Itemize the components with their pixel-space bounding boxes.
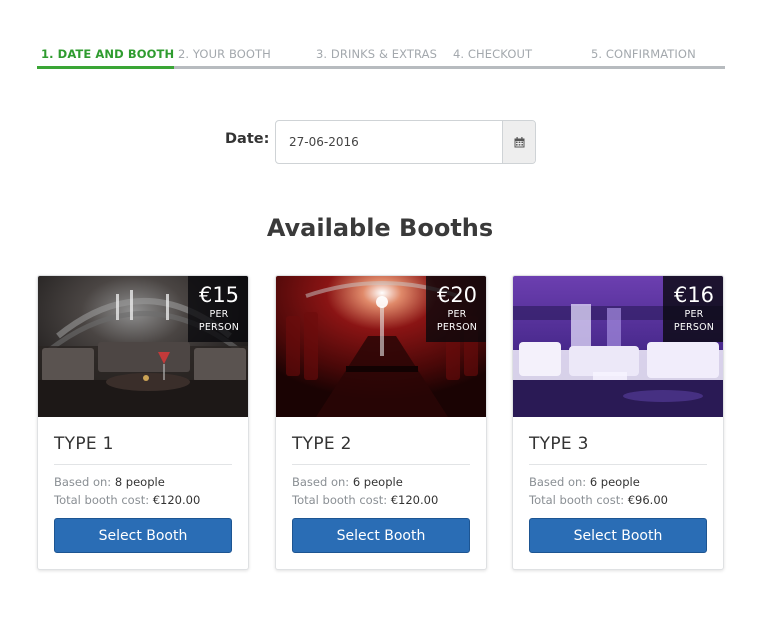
total-cost-value: €96.00	[627, 493, 668, 507]
select-booth-button[interactable]: Select Booth	[292, 518, 470, 553]
price-value: €16	[673, 283, 715, 307]
based-on-label: Based on:	[292, 475, 350, 489]
date-label: Date:	[225, 131, 270, 147]
available-booths-heading: Available Booths	[266, 214, 494, 242]
booth-title: TYPE 1	[54, 434, 114, 454]
price-value: €15	[198, 283, 240, 307]
price-per: PER	[447, 309, 467, 320]
select-booth-button[interactable]: Select Booth	[529, 518, 707, 553]
based-on-info: Based on: 6 people	[529, 475, 640, 489]
booth-title: TYPE 3	[529, 434, 589, 454]
price-per: PER	[684, 309, 704, 320]
select-booth-button[interactable]: Select Booth	[54, 518, 232, 553]
calendar-button[interactable]	[502, 121, 535, 163]
total-cost-info: Total booth cost: €96.00	[529, 493, 668, 507]
total-cost-info: Total booth cost: €120.00	[292, 493, 438, 507]
checkout-steps: 1. DATE AND BOOTH 2. YOUR BOOTH 3. DRINK…	[37, 47, 725, 71]
price-badge: €20 PER PERSON	[426, 276, 486, 342]
based-on-label: Based on:	[54, 475, 112, 489]
card-divider	[54, 464, 232, 465]
booth-photo: €15 PER PERSON	[38, 276, 248, 417]
total-cost-value: €120.00	[152, 493, 201, 507]
based-on-label: Based on:	[529, 475, 587, 489]
booth-photo: €20 PER PERSON	[276, 276, 486, 417]
price-value: €20	[436, 283, 478, 307]
booth-card-type-2: €20 PER PERSON TYPE 2 Based on: 6 people…	[275, 275, 487, 570]
card-divider	[292, 464, 470, 465]
based-on-value: 8 people	[114, 475, 165, 489]
date-picker	[275, 120, 536, 164]
step-drinks-extras[interactable]: 3. DRINKS & EXTRAS	[316, 47, 437, 61]
step-progress-active	[37, 66, 174, 69]
total-cost-label: Total booth cost:	[54, 493, 150, 507]
total-cost-info: Total booth cost: €120.00	[54, 493, 200, 507]
price-person: PERSON	[198, 322, 240, 333]
total-cost-label: Total booth cost:	[529, 493, 625, 507]
based-on-info: Based on: 6 people	[292, 475, 403, 489]
based-on-value: 6 people	[589, 475, 640, 489]
booth-card-type-1: €15 PER PERSON TYPE 1 Based on: 8 people…	[37, 275, 249, 570]
step-date-and-booth[interactable]: 1. DATE AND BOOTH	[41, 47, 174, 61]
based-on-info: Based on: 8 people	[54, 475, 165, 489]
based-on-value: 6 people	[352, 475, 403, 489]
total-cost-label: Total booth cost:	[292, 493, 388, 507]
total-cost-value: €120.00	[390, 493, 439, 507]
step-checkout[interactable]: 4. CHECKOUT	[453, 47, 532, 61]
step-confirmation[interactable]: 5. CONFIRMATION	[591, 47, 696, 61]
price-person: PERSON	[436, 322, 478, 333]
card-divider	[529, 464, 707, 465]
price-person: PERSON	[673, 322, 715, 333]
step-your-booth[interactable]: 2. YOUR BOOTH	[178, 47, 271, 61]
date-input[interactable]	[276, 121, 502, 163]
booth-card-type-3: €16 PER PERSON TYPE 3 Based on: 6 people…	[512, 275, 724, 570]
booth-title: TYPE 2	[292, 434, 352, 454]
price-badge: €16 PER PERSON	[663, 276, 723, 342]
calendar-icon	[514, 136, 524, 147]
price-per: PER	[209, 309, 229, 320]
booth-photo: €16 PER PERSON	[513, 276, 723, 417]
price-badge: €15 PER PERSON	[188, 276, 248, 342]
